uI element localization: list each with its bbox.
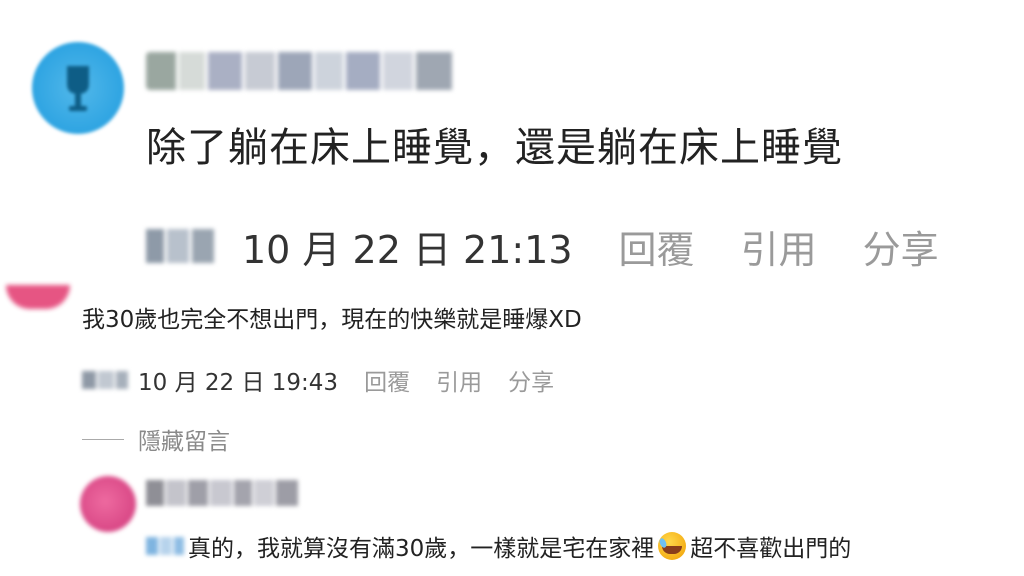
comment-meta: 10 月 22 日 21:13 回覆 引用 分享: [146, 218, 939, 274]
reply-reply-button[interactable]: 回覆: [364, 363, 410, 397]
quote-button[interactable]: 引用: [741, 219, 817, 274]
nested-reply-line: 真的，我就算沒有滿30歲，一樣就是宅在家裡 超不喜歡出門的: [146, 528, 851, 564]
avatar-trophy-icon: [67, 66, 89, 111]
reply-author-blurred: [82, 369, 132, 391]
nested-reply-text-part1: 真的，我就算沒有滿30歲，一樣就是宅在家裡: [188, 536, 655, 562]
comment-text: 除了躺在床上睡覺，還是躺在床上睡覺: [146, 125, 843, 171]
reply-button[interactable]: 回覆: [619, 219, 695, 274]
hide-replies-toggle[interactable]: 隱藏留言: [82, 424, 230, 455]
floor-tag-blurred: [146, 227, 216, 265]
reply-quote-button[interactable]: 引用: [436, 363, 482, 397]
reply-timestamp[interactable]: 10 月 22 日 19:43: [138, 363, 338, 397]
nested-replier-name-blurred[interactable]: [146, 480, 298, 508]
share-button[interactable]: 分享: [863, 219, 939, 274]
reply-meta: 10 月 22 日 19:43 回覆 引用 分享: [82, 364, 554, 396]
hide-replies-label: 隱藏留言: [138, 429, 230, 455]
rofl-emoji-icon: [658, 532, 687, 560]
nested-replier-avatar[interactable]: [80, 476, 136, 532]
reply-share-button[interactable]: 分享: [508, 363, 554, 397]
commenter-name-blurred[interactable]: [146, 52, 456, 90]
mention-tag-blurred[interactable]: [146, 537, 184, 555]
replier-avatar[interactable]: [6, 285, 70, 309]
comment-timestamp[interactable]: 10 月 22 日 21:13: [242, 219, 573, 274]
nested-reply-text-part2: 超不喜歡出門的: [690, 536, 852, 562]
commenter-avatar[interactable]: [32, 42, 124, 134]
divider-line: [82, 438, 124, 440]
reply-text: 我30歲也完全不想出門，現在的快樂就是睡爆XD: [82, 307, 582, 333]
